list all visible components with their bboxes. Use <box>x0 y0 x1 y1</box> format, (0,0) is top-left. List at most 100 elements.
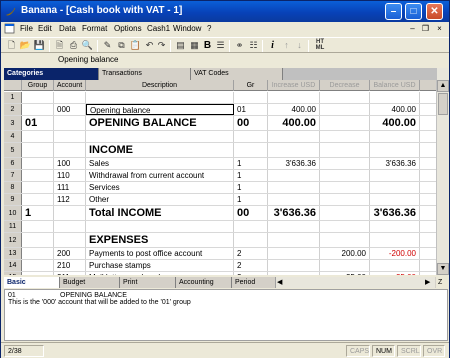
table-row[interactable]: 2 000 Opening balance 01 400.00 400.00 <box>4 104 436 116</box>
row-number[interactable]: 3 <box>4 116 22 130</box>
cell-increase[interactable] <box>268 182 320 193</box>
tab-vat-codes[interactable]: VAT Codes <box>191 68 283 80</box>
cell-account[interactable]: 100 <box>54 158 86 169</box>
cell-increase[interactable] <box>268 194 320 205</box>
cell-account[interactable] <box>54 143 86 157</box>
cell-content-field[interactable]: Opening balance <box>58 54 358 66</box>
cell-gr[interactable] <box>234 92 268 103</box>
mdi-restore-button[interactable]: ❐ <box>420 23 431 34</box>
cell-gr[interactable]: 1 <box>234 170 268 181</box>
cell-account[interactable] <box>54 92 86 103</box>
cell-gr[interactable]: 2 <box>234 248 268 259</box>
row-number[interactable]: 12 <box>4 233 22 247</box>
cell-balance[interactable]: 400.00 <box>370 116 420 130</box>
cell-description[interactable]: OPENING BALANCE <box>86 116 234 130</box>
cell-description[interactable]: INCOME <box>86 143 234 157</box>
bold-icon[interactable]: B <box>201 39 214 52</box>
table-row[interactable]: 3 01 OPENING BALANCE 00 400.00 400.00 <box>4 116 436 131</box>
mdi-close-button[interactable]: × <box>434 23 445 34</box>
menu-edit[interactable]: Edit <box>38 24 52 33</box>
open-icon[interactable]: 📂 <box>19 39 32 52</box>
row-number[interactable]: 8 <box>4 182 22 193</box>
table-row[interactable]: 6 100 Sales 1 3'636.36 3'636.36 <box>4 158 436 170</box>
cell-group[interactable] <box>22 170 54 181</box>
cell-description[interactable]: Mail letters and packages <box>86 272 234 275</box>
row-number[interactable]: 2 <box>4 104 22 115</box>
cell-gr[interactable] <box>234 131 268 142</box>
add-rows-icon[interactable]: ▤ <box>174 39 187 52</box>
cell-account[interactable] <box>54 221 86 232</box>
menu-window[interactable]: Window <box>173 24 201 33</box>
table-row[interactable]: 9 112 Other 1 <box>4 194 436 206</box>
cell-increase[interactable]: 400.00 <box>268 116 320 130</box>
col-header-group[interactable]: Group <box>22 80 54 91</box>
cell-decrease[interactable] <box>320 116 370 130</box>
cell-increase[interactable] <box>268 260 320 271</box>
menu-data[interactable]: Data <box>59 24 76 33</box>
grid-icon[interactable]: ▦ <box>188 39 201 52</box>
cell-group[interactable] <box>22 158 54 169</box>
cell-increase[interactable] <box>268 92 320 103</box>
cell-group[interactable] <box>22 143 54 157</box>
table-row[interactable]: 4 <box>4 131 436 143</box>
cell-group[interactable] <box>22 272 54 275</box>
row-number[interactable]: 10 <box>4 206 22 220</box>
cell-balance[interactable] <box>370 233 420 247</box>
cell-gr[interactable]: 2 <box>234 272 268 275</box>
table-row[interactable]: 1 <box>4 92 436 104</box>
cell-account[interactable]: 200 <box>54 248 86 259</box>
row-number[interactable]: 14 <box>4 260 22 271</box>
scroll-left-icon[interactable]: ◀ <box>277 277 282 288</box>
col-header-balance[interactable]: Balance USD <box>370 80 420 91</box>
col-header-decrease[interactable]: Decrease <box>320 80 370 91</box>
cell-gr[interactable]: 1 <box>234 182 268 193</box>
document-icon[interactable] <box>4 23 15 34</box>
minimize-button[interactable]: – <box>385 3 402 20</box>
cell-description[interactable] <box>86 92 234 103</box>
eraser-icon[interactable]: ✎ <box>101 39 114 52</box>
col-header-gr[interactable]: Gr <box>234 80 268 91</box>
tab-basic[interactable]: Basic <box>4 277 60 288</box>
cell-account[interactable]: 210 <box>54 260 86 271</box>
cell-balance[interactable] <box>370 260 420 271</box>
title-bar[interactable]: Banana - [Cash book with VAT - 1] – □ ✕ <box>1 1 449 22</box>
scroll-up-icon[interactable]: ▲ <box>437 80 449 92</box>
cell-decrease[interactable] <box>320 206 370 220</box>
menu-format[interactable]: Format <box>82 24 107 33</box>
table-row[interactable]: 15 211Mail letters and packages2 25.00-25.… <box>4 272 436 275</box>
cell-description[interactable]: Payments to post office account <box>86 248 234 259</box>
cell-description[interactable]: Services <box>86 182 234 193</box>
tab-categories[interactable]: Categories <box>4 68 99 80</box>
cell-decrease[interactable] <box>320 104 370 115</box>
cell-increase[interactable] <box>268 131 320 142</box>
cell-balance[interactable] <box>370 131 420 142</box>
table-row[interactable]: 5 INCOME <box>4 143 436 158</box>
html-icon[interactable]: HT ML <box>312 39 328 52</box>
cell-decrease[interactable]: 200.00 <box>320 248 370 259</box>
cell-increase[interactable] <box>268 143 320 157</box>
table-row[interactable]: 14 210 Purchase stamps 2 <box>4 260 436 272</box>
cell-increase[interactable]: 3'636.36 <box>268 158 320 169</box>
cell-decrease[interactable] <box>320 194 370 205</box>
cell-description[interactable]: Total INCOME <box>86 206 234 220</box>
menu-options[interactable]: Options <box>114 24 142 33</box>
cell-account[interactable]: 110 <box>54 170 86 181</box>
cell-decrease[interactable] <box>320 221 370 232</box>
print-icon[interactable]: ⎙ <box>67 39 80 52</box>
cell-decrease[interactable] <box>320 92 370 103</box>
paste-icon[interactable]: 📋 <box>129 39 142 52</box>
cell-balance[interactable]: 400.00 <box>370 104 420 115</box>
cell-balance[interactable] <box>370 92 420 103</box>
cell-description[interactable]: Other <box>86 194 234 205</box>
close-button[interactable]: ✕ <box>426 3 443 20</box>
up-arrow-icon[interactable]: ↑ <box>280 39 293 52</box>
cell-group[interactable] <box>22 233 54 247</box>
cell-balance[interactable]: -25.00 <box>370 272 420 275</box>
cell-decrease[interactable] <box>320 182 370 193</box>
save-icon[interactable]: 💾 <box>33 39 46 52</box>
cell-increase[interactable]: 3'636.36 <box>268 206 320 220</box>
row-number[interactable]: 4 <box>4 131 22 142</box>
scroll-down-icon[interactable]: ▼ <box>437 263 449 275</box>
cell-group[interactable] <box>22 182 54 193</box>
cell-group[interactable] <box>22 104 54 115</box>
